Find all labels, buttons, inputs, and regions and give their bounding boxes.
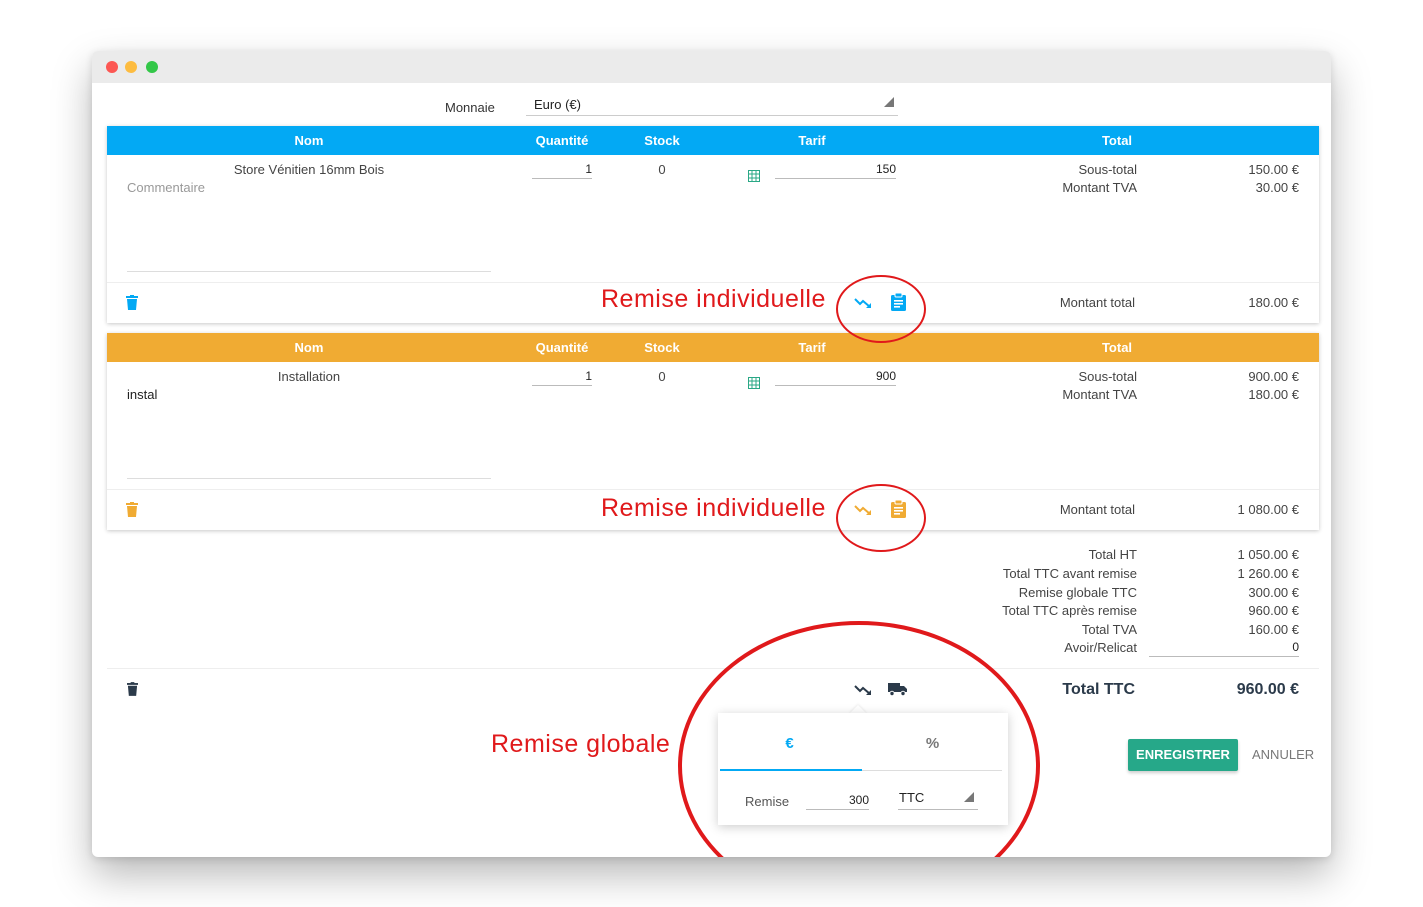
summary-label: Total TTC avant remise: [1002, 566, 1137, 581]
grand-total-value: 960.00 €: [1236, 681, 1299, 698]
total-value: 1 080.00 €: [1237, 502, 1299, 517]
subtotal-value: 150.00 €: [1248, 162, 1299, 177]
dropdown-arrow-icon: [884, 97, 894, 107]
col-stock: Stock: [644, 340, 680, 355]
col-quantite: Quantité: [535, 133, 589, 148]
annotation-global: Remise globale: [491, 730, 671, 758]
comment-underline: [127, 478, 491, 479]
vat-value: 180.00 €: [1248, 387, 1299, 402]
divider: [107, 489, 1319, 490]
subtotal-value: 900.00 €: [1248, 369, 1299, 384]
quantity-input[interactable]: 1: [532, 369, 592, 386]
trash-icon[interactable]: [126, 295, 138, 310]
cancel-button[interactable]: ANNULER: [1252, 747, 1314, 762]
line-name[interactable]: Installation: [209, 369, 409, 384]
total-label: Montant total: [1059, 295, 1135, 310]
col-tarif: Tarif: [798, 133, 826, 148]
app-window: Monnaie Euro (€) Nom Quantité Stock Tari…: [92, 51, 1331, 857]
annotation-individual-2: Remise individuelle: [601, 494, 826, 522]
summary-label: Total TTC après remise: [1002, 603, 1137, 618]
stock-value: 0: [658, 162, 666, 177]
vat-value: 30.00 €: [1255, 180, 1299, 195]
col-quantite: Quantité: [535, 340, 589, 355]
annotation-individual-1: Remise individuelle: [601, 285, 826, 313]
total-label: Montant total: [1059, 502, 1135, 517]
summary-value: 960.00 €: [1248, 603, 1299, 618]
minimize-window-button[interactable]: [125, 61, 137, 73]
price-grid-icon[interactable]: [748, 377, 760, 389]
comment-underline: [127, 271, 491, 272]
stock-value: 0: [658, 369, 666, 384]
divider: [107, 282, 1319, 283]
subtotal-label: Sous-total: [1078, 162, 1137, 177]
summary-label: Remise globale TTC: [1018, 585, 1137, 600]
vat-label: Montant TVA: [1062, 180, 1137, 195]
annotation-circle-global: [678, 621, 1040, 857]
trash-icon[interactable]: [127, 682, 138, 696]
close-window-button[interactable]: [106, 61, 118, 73]
comment-input[interactable]: Commentaire: [127, 180, 205, 195]
summary-value: 1 260.00 €: [1237, 566, 1299, 581]
col-nom: Nom: [294, 340, 324, 355]
col-stock: Stock: [644, 133, 680, 148]
summary-label: Total TVA: [1081, 622, 1137, 637]
currency-select[interactable]: Euro (€): [526, 95, 898, 116]
comment-input[interactable]: instal: [127, 387, 157, 402]
summary-value: 300.00 €: [1248, 585, 1299, 600]
trash-icon[interactable]: [126, 502, 138, 517]
quantity-input[interactable]: 1: [532, 162, 592, 179]
col-total: Total: [1101, 133, 1133, 148]
avoir-input[interactable]: 0: [1149, 640, 1299, 657]
divider: [107, 668, 1319, 669]
summary-label: Total HT: [1088, 547, 1137, 562]
line-header-2: Nom Quantité Stock Tarif Total: [107, 333, 1319, 362]
col-tarif: Tarif: [798, 340, 826, 355]
annotation-circle-2: [836, 484, 926, 552]
total-value: 180.00 €: [1248, 295, 1299, 310]
vat-label: Montant TVA: [1062, 387, 1137, 402]
price-input[interactable]: 900: [775, 369, 896, 386]
line-name[interactable]: Store Vénitien 16mm Bois: [209, 162, 409, 177]
subtotal-label: Sous-total: [1078, 369, 1137, 384]
col-total: Total: [1101, 340, 1133, 355]
price-grid-icon[interactable]: [748, 170, 760, 182]
maximize-window-button[interactable]: [146, 61, 158, 73]
currency-label: Monnaie: [445, 100, 495, 115]
summary-value: 1 050.00 €: [1237, 547, 1299, 562]
col-nom: Nom: [294, 133, 324, 148]
line-header-1: Nom Quantité Stock Tarif Total: [107, 126, 1319, 155]
annotation-circle-1: [836, 275, 926, 343]
save-button[interactable]: ENREGISTRER: [1128, 739, 1238, 771]
title-bar: [92, 51, 1331, 83]
price-input[interactable]: 150: [775, 162, 896, 179]
currency-value: Euro (€): [534, 97, 581, 112]
summary-value: 160.00 €: [1248, 622, 1299, 637]
